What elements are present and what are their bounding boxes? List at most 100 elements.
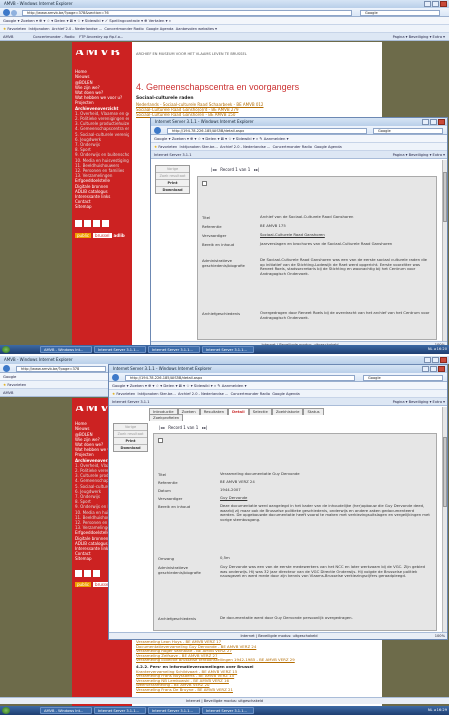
nav-item[interactable]: Sitemap [75, 204, 129, 209]
fav-item[interactable]: Concertmonder Radio [273, 145, 312, 149]
forward-button[interactable] [11, 9, 17, 16]
flickr-icon[interactable] [93, 219, 100, 227]
taskbar-item[interactable]: Internet Server 3.1.1... [94, 707, 146, 714]
system-tray[interactable]: NL ◂ 16:29 [428, 706, 447, 715]
minimize-button[interactable] [424, 357, 431, 363]
back-button[interactable] [154, 127, 161, 134]
tab-amvb[interactable]: AMVB [3, 391, 13, 395]
taskbar-item[interactable]: Internet Server 3.1.1... [94, 346, 146, 353]
fav-item[interactable]: Inktjonoken Ster.be... [180, 145, 218, 149]
tab-internet-server[interactable]: Internet Server 3.1.1 [154, 153, 191, 157]
popup-google-toolbar[interactable]: Google ▾ Zoeken ▾ ⊕ ▾ ☆ ▾ Delen ▾ ⊠ ▾ ☆ … [151, 135, 447, 143]
maximize-button[interactable] [432, 1, 439, 7]
fav-item[interactable]: Concertmonder Radio [231, 392, 270, 396]
fav-item[interactable]: Google Agenda [314, 145, 342, 149]
taskbar-item[interactable]: Internet Server 3.1.1... [202, 346, 254, 353]
favorites-label[interactable]: Favorieten [7, 27, 26, 31]
close-button[interactable] [438, 119, 445, 125]
collection-link[interactable]: Verzameling collectie Brusselse tentoons… [136, 658, 376, 663]
taskbar-item[interactable]: AMVB - Windows Int... [40, 707, 92, 714]
tab-resultaten[interactable]: Resultaten [199, 408, 228, 415]
taskbar-item[interactable]: Internet Server 3.1.1... [148, 707, 200, 714]
badge-public[interactable]: public [75, 232, 92, 238]
popup-google-toolbar[interactable]: Google ▾ Zoeken ▾ ⊕ ▾ ☆ ▾ Delen ▾ ⊠ ▾ ☆ … [109, 382, 447, 390]
print-button[interactable]: Print [156, 180, 189, 187]
fav-item[interactable]: Archief 2.0 - Nederlandse ... [220, 145, 270, 149]
start-button[interactable] [2, 707, 10, 714]
search-engine-field[interactable]: Google [360, 9, 440, 16]
twitter-icon[interactable] [75, 569, 82, 577]
previous-button[interactable]: Vorige [156, 166, 189, 173]
favorites-star-icon[interactable]: ★ [3, 27, 6, 31]
back-button[interactable] [112, 374, 119, 381]
fav-item[interactable]: Google Agenda [146, 27, 174, 31]
twitter-icon[interactable] [75, 219, 82, 227]
previous-button[interactable]: Vorige [114, 424, 147, 431]
scrollbar-thumb[interactable] [443, 172, 447, 222]
collection-link[interactable]: Verzameling Frans De Bruyne - BE AMVB VE… [136, 687, 376, 693]
site-logo[interactable]: AMVB [75, 50, 129, 55]
command-bar[interactable]: Pagina ▾ Beveiliging ▾ Extra ▾ [393, 33, 445, 40]
taskbar-item[interactable]: AMVB - Windows Int... [40, 346, 92, 353]
facebook-icon[interactable] [84, 219, 91, 227]
facebook-icon[interactable] [84, 569, 91, 577]
favorites-star-icon[interactable]: ★ [154, 145, 157, 149]
fav-item[interactable]: Inktjonoken Ster.be... [138, 392, 176, 396]
fav-item[interactable]: Archief 2.0 - Nederlandse ... [52, 27, 102, 31]
url-field[interactable]: http://www.amvb.be/?page=378&section=76 [22, 9, 352, 16]
taskbar-item[interactable]: Internet Server 3.1.1... [202, 707, 254, 714]
favorites-star-icon[interactable]: ★ [3, 383, 6, 387]
google-toolbar[interactable]: Google ▾ Zoeken ▾ ⊕ ▾ ☆ ▾ Delen ▾ ⊠ ▾ ☆ … [0, 17, 449, 25]
tab-internet-server[interactable]: Internet Server 3.1.1 [112, 400, 149, 404]
badge-brussel[interactable]: brussel [93, 232, 112, 238]
tab-concertmonder[interactable]: Concertmonder - Radio [33, 35, 75, 39]
tab-selectie[interactable]: Selectie [248, 408, 272, 415]
tab-ftp[interactable]: FTP Ancestry op ftp.f-o... [79, 35, 123, 39]
start-button[interactable] [2, 346, 10, 353]
search-result-button[interactable]: Zoek resultaat [114, 431, 147, 438]
tab-zoekprofielen[interactable]: Zoekprofielen [149, 414, 184, 421]
minimize-button[interactable] [422, 366, 429, 372]
back-button[interactable] [3, 9, 10, 16]
download-button[interactable]: Download [156, 187, 189, 193]
popup-search-field[interactable]: Google [373, 127, 443, 134]
favorites-label[interactable]: Favorieten [116, 392, 135, 396]
taskbar-item[interactable]: Internet Server 3.1.1... [148, 346, 200, 353]
badge-public[interactable]: public [75, 581, 92, 587]
close-button[interactable] [440, 1, 447, 7]
favorites-label[interactable]: Favorieten [7, 383, 26, 387]
last-record-button[interactable]: ▸▸| [254, 167, 259, 172]
youtube-icon[interactable] [102, 219, 109, 227]
minimize-button[interactable] [424, 1, 431, 7]
fav-item[interactable]: Archief 2.0 - Nederlandse ... [178, 392, 228, 396]
favorites-star-icon[interactable]: ★ [112, 392, 115, 396]
flickr-icon[interactable] [93, 569, 100, 577]
fav-item[interactable]: Aanbevolen websites ▾ [176, 27, 217, 31]
google-label[interactable]: Google [3, 374, 16, 379]
zoom-level[interactable]: 100% [435, 633, 445, 639]
tab-zoekhistorie[interactable]: Zoekhistorie [271, 408, 304, 415]
close-button[interactable] [438, 366, 445, 372]
popup-command-bar[interactable]: Pagina ▾ Beveiliging ▾ Extra ▾ [393, 398, 445, 405]
first-record-button[interactable]: |◂◂ [211, 167, 216, 172]
tab-detail[interactable]: Detail [227, 408, 249, 415]
nav-subitem[interactable]: 9. Onderwijs en buitenschoolse activitei… [75, 152, 129, 157]
nav-subitem[interactable]: 4. Gemeenschapscentra en voorgangers [75, 126, 129, 131]
popup-search-field[interactable]: Google [363, 374, 443, 381]
first-record-button[interactable]: |◂◂ [159, 425, 164, 430]
search-result-button[interactable]: Zoek resultaat [156, 173, 189, 180]
maximize-button[interactable] [430, 119, 437, 125]
fav-item[interactable]: Concertmonder Radio [104, 27, 143, 31]
select-checkbox[interactable] [158, 438, 163, 443]
badge-adlib[interactable]: adlib [114, 233, 125, 238]
download-button[interactable]: Download [114, 445, 147, 451]
maximize-button[interactable] [432, 357, 439, 363]
fav-item[interactable]: Google Agenda [272, 392, 300, 396]
select-checkbox[interactable] [202, 181, 207, 186]
fav-item[interactable]: Inktjonoken [29, 27, 50, 31]
field-value-creator[interactable]: Sociaal-Culturele Raad Ganshoren [260, 232, 430, 238]
scrollbar-thumb[interactable] [443, 437, 447, 507]
vertical-scrollbar[interactable] [442, 160, 447, 343]
popup-url-field[interactable]: http://194.78.226.185/AIS5B/detail.aspx [125, 374, 355, 381]
google-toolbar[interactable]: Google [0, 373, 110, 381]
